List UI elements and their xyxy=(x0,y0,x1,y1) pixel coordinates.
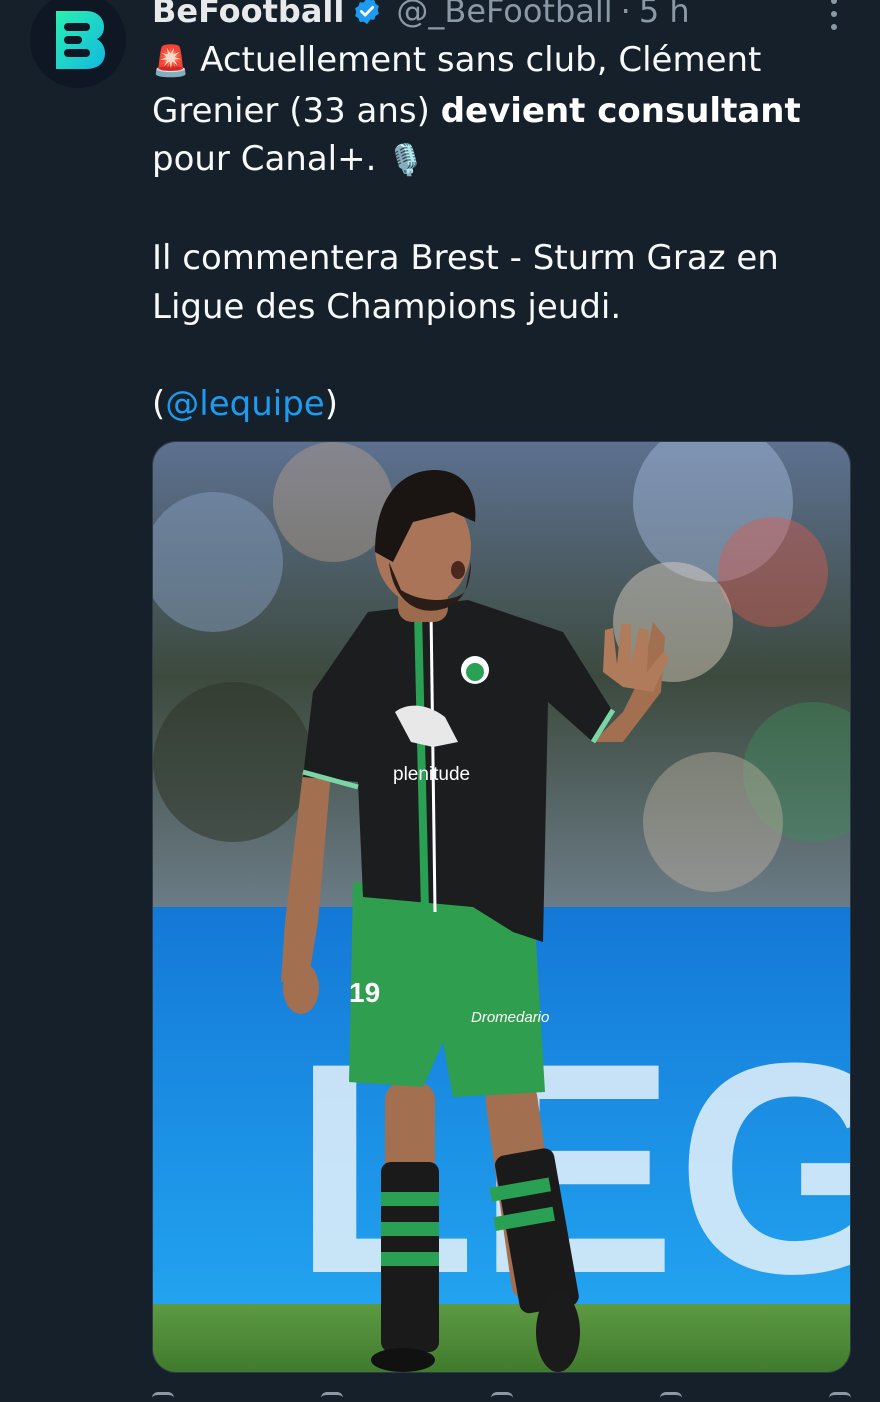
befootball-logo-icon xyxy=(56,11,105,69)
more-options-icon[interactable] xyxy=(824,0,844,30)
verified-badge-icon xyxy=(352,0,382,26)
tweet-header: BeFootball @_BeFootball · 5 h xyxy=(152,0,690,34)
tweet-text: 🚨 Actuellement sans club, Clément Grenie… xyxy=(152,36,852,428)
paren-close: ) xyxy=(324,383,338,424)
reply-icon[interactable] xyxy=(152,1392,174,1402)
tweet-text-bold: devient consultant xyxy=(440,90,801,131)
paren-open: ( xyxy=(152,383,166,424)
handle[interactable]: @_BeFootball xyxy=(396,0,612,31)
separator: · xyxy=(620,0,631,30)
like-icon[interactable] xyxy=(490,1392,513,1402)
tweet-photo[interactable]: LEGA 19 Dromedario xyxy=(152,441,851,1373)
timestamp[interactable]: 5 h xyxy=(639,0,690,31)
siren-emoji: 🚨 xyxy=(152,44,190,79)
tweet-paragraph-1: 🚨 Actuellement sans club, Clément Grenie… xyxy=(152,36,852,186)
share-icon[interactable] xyxy=(829,1392,851,1402)
tweet-paragraph-2: Il commentera Brest - Sturm Graz en Ligu… xyxy=(152,238,779,327)
shorts-sponsor: Dromedario xyxy=(471,1009,549,1026)
tweet-text-part: pour Canal+. xyxy=(152,139,388,179)
display-name[interactable]: BeFootball xyxy=(152,0,344,31)
views-icon[interactable] xyxy=(659,1392,682,1402)
shorts-number: 19 xyxy=(349,977,380,1008)
retweet-icon[interactable] xyxy=(321,1392,344,1402)
mention-link[interactable]: @lequipe xyxy=(165,384,324,424)
tweet[interactable]: BeFootball @_BeFootball · 5 h 🚨 Actuelle… xyxy=(0,0,880,1402)
avatar[interactable] xyxy=(30,0,126,88)
tweet-paragraph-3: (@lequipe) xyxy=(152,380,852,429)
microphone-emoji: 🎙️ xyxy=(387,143,425,178)
shirt-sponsor: plenitude xyxy=(393,764,470,785)
tweet-actions xyxy=(152,1392,851,1402)
